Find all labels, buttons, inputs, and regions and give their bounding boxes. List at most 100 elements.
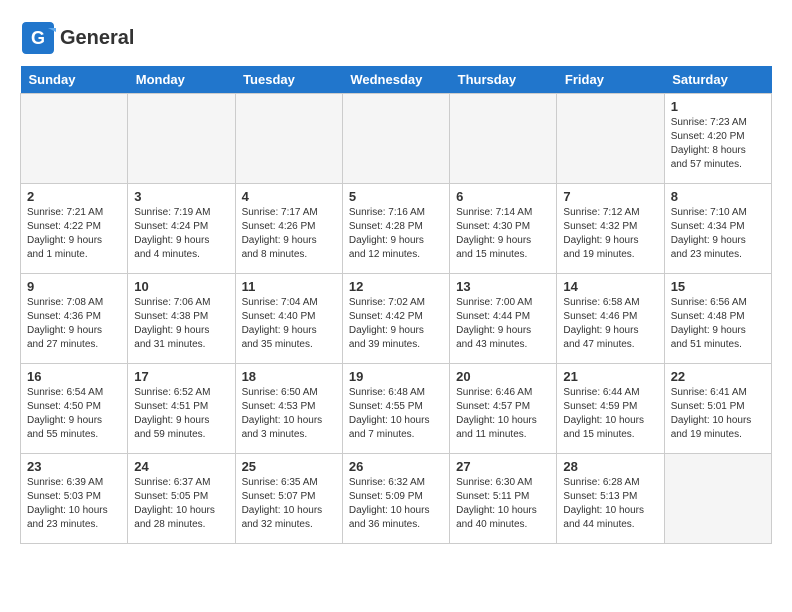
calendar-week-3: 9 Sunrise: 7:08 AM Sunset: 4:36 PM Daylig… — [21, 274, 772, 364]
day-info: Sunrise: 6:54 AM Sunset: 4:50 PM Dayligh… — [27, 386, 121, 442]
day-info: Sunrise: 6:44 AM Sunset: 4:59 PM Dayligh… — [563, 386, 657, 442]
day-info: Sunrise: 7:16 AM Sunset: 4:28 PM Dayligh… — [349, 206, 443, 262]
logo: G General — [20, 20, 134, 56]
day-info: Sunrise: 7:08 AM Sunset: 4:36 PM Dayligh… — [27, 296, 121, 352]
day-info: Sunrise: 7:21 AM Sunset: 4:22 PM Dayligh… — [27, 206, 121, 262]
calendar-cell-1: 1 Sunrise: 7:23 AM Sunset: 4:20 PM Daylig… — [664, 94, 771, 184]
calendar-cell-25: 25Sunrise: 6:35 AM Sunset: 5:07 PM Dayli… — [235, 454, 342, 544]
day-number: 27 — [456, 459, 550, 474]
day-info: Sunrise: 6:46 AM Sunset: 4:57 PM Dayligh… — [456, 386, 550, 442]
calendar-week-5: 23 Sunrise: 6:39 AM Sunset: 5:03 PM Dayli… — [21, 454, 772, 544]
day-number: 14 — [563, 279, 657, 294]
day-number: 21 — [563, 369, 657, 384]
day-info: Sunrise: 7:06 AM Sunset: 4:38 PM Dayligh… — [134, 296, 228, 352]
day-number: 10 — [134, 279, 228, 294]
day-number: 3 — [134, 189, 228, 204]
day-number: 11 — [242, 279, 336, 294]
day-info: Sunrise: 7:14 AM Sunset: 4:30 PM Dayligh… — [456, 206, 550, 262]
calendar-week-1: 1 Sunrise: 7:23 AM Sunset: 4:20 PM Daylig… — [21, 94, 772, 184]
calendar-cell-empty — [450, 94, 557, 184]
day-number: 16 — [27, 369, 121, 384]
calendar-week-4: 16 Sunrise: 6:54 AM Sunset: 4:50 PM Dayli… — [21, 364, 772, 454]
day-number: 5 — [349, 189, 443, 204]
day-number: 2 — [27, 189, 121, 204]
calendar-header-row: SundayMondayTuesdayWednesdayThursdayFrid… — [21, 66, 772, 94]
day-of-week-saturday: Saturday — [664, 66, 771, 94]
svg-text:G: G — [31, 28, 45, 48]
logo-line1: General — [60, 27, 134, 49]
calendar-cell-3: 3 Sunrise: 7:19 AM Sunset: 4:24 PM Daylig… — [128, 184, 235, 274]
day-of-week-thursday: Thursday — [450, 66, 557, 94]
day-number: 13 — [456, 279, 550, 294]
calendar-cell-28: 28 Sunrise: 6:28 AM Sunset: 5:13 PM Dayli… — [557, 454, 664, 544]
day-number: 15 — [671, 279, 765, 294]
day-info: Sunrise: 6:41 AM Sunset: 5:01 PM Dayligh… — [671, 386, 765, 442]
day-info: Sunrise: 7:02 AM Sunset: 4:42 PM Dayligh… — [349, 296, 443, 352]
calendar-cell-26: 26 Sunrise: 6:32 AM Sunset: 5:09 PM Dayli… — [342, 454, 449, 544]
calendar-cell-16: 16 Sunrise: 6:54 AM Sunset: 4:50 PM Dayli… — [21, 364, 128, 454]
calendar-cell-2: 2 Sunrise: 7:21 AM Sunset: 4:22 PM Daylig… — [21, 184, 128, 274]
calendar-cell-18: 18Sunrise: 6:50 AM Sunset: 4:53 PM Dayli… — [235, 364, 342, 454]
day-info: Sunrise: 7:19 AM Sunset: 4:24 PM Dayligh… — [134, 206, 228, 262]
calendar-cell-9: 9 Sunrise: 7:08 AM Sunset: 4:36 PM Daylig… — [21, 274, 128, 364]
day-number: 22 — [671, 369, 765, 384]
day-number: 26 — [349, 459, 443, 474]
day-number: 28 — [563, 459, 657, 474]
day-number: 8 — [671, 189, 765, 204]
calendar-cell-23: 23 Sunrise: 6:39 AM Sunset: 5:03 PM Dayli… — [21, 454, 128, 544]
day-number: 7 — [563, 189, 657, 204]
day-info: Sunrise: 6:50 AM Sunset: 4:53 PM Dayligh… — [242, 386, 336, 442]
calendar-cell-10: 10 Sunrise: 7:06 AM Sunset: 4:38 PM Dayli… — [128, 274, 235, 364]
day-number: 1 — [671, 99, 765, 114]
calendar-cell-empty — [342, 94, 449, 184]
day-number: 20 — [456, 369, 550, 384]
day-info: Sunrise: 7:12 AM Sunset: 4:32 PM Dayligh… — [563, 206, 657, 262]
calendar-cell-6: 6 Sunrise: 7:14 AM Sunset: 4:30 PM Daylig… — [450, 184, 557, 274]
day-info: Sunrise: 7:04 AM Sunset: 4:40 PM Dayligh… — [242, 296, 336, 352]
page-header: G General — [20, 20, 772, 56]
calendar-week-2: 2 Sunrise: 7:21 AM Sunset: 4:22 PM Daylig… — [21, 184, 772, 274]
calendar-cell-22: 22 Sunrise: 6:41 AM Sunset: 5:01 PM Dayli… — [664, 364, 771, 454]
calendar-cell-empty — [664, 454, 771, 544]
calendar-cell-7: 7 Sunrise: 7:12 AM Sunset: 4:32 PM Daylig… — [557, 184, 664, 274]
day-info: Sunrise: 6:52 AM Sunset: 4:51 PM Dayligh… — [134, 386, 228, 442]
calendar-cell-27: 27 Sunrise: 6:30 AM Sunset: 5:11 PM Dayli… — [450, 454, 557, 544]
day-info: Sunrise: 6:32 AM Sunset: 5:09 PM Dayligh… — [349, 476, 443, 532]
day-info: Sunrise: 6:37 AM Sunset: 5:05 PM Dayligh… — [134, 476, 228, 532]
day-number: 23 — [27, 459, 121, 474]
calendar-cell-21: 21 Sunrise: 6:44 AM Sunset: 4:59 PM Dayli… — [557, 364, 664, 454]
calendar-cell-5: 5 Sunrise: 7:16 AM Sunset: 4:28 PM Daylig… — [342, 184, 449, 274]
calendar-cell-11: 11 Sunrise: 7:04 AM Sunset: 4:40 PM Dayli… — [235, 274, 342, 364]
calendar-cell-8: 8 Sunrise: 7:10 AM Sunset: 4:34 PM Daylig… — [664, 184, 771, 274]
day-info: Sunrise: 7:00 AM Sunset: 4:44 PM Dayligh… — [456, 296, 550, 352]
day-info: Sunrise: 6:58 AM Sunset: 4:46 PM Dayligh… — [563, 296, 657, 352]
calendar-cell-13: 13 Sunrise: 7:00 AM Sunset: 4:44 PM Dayli… — [450, 274, 557, 364]
calendar-cell-4: 4Sunrise: 7:17 AM Sunset: 4:26 PM Daylig… — [235, 184, 342, 274]
day-info: Sunrise: 6:35 AM Sunset: 5:07 PM Dayligh… — [242, 476, 336, 532]
day-number: 9 — [27, 279, 121, 294]
logo-icon: G — [20, 20, 56, 56]
day-info: Sunrise: 6:48 AM Sunset: 4:55 PM Dayligh… — [349, 386, 443, 442]
day-number: 19 — [349, 369, 443, 384]
calendar-cell-20: 20 Sunrise: 6:46 AM Sunset: 4:57 PM Dayli… — [450, 364, 557, 454]
calendar-cell-empty — [128, 94, 235, 184]
calendar-cell-24: 24 Sunrise: 6:37 AM Sunset: 5:05 PM Dayli… — [128, 454, 235, 544]
calendar-table: SundayMondayTuesdayWednesdayThursdayFrid… — [20, 66, 772, 544]
day-info: Sunrise: 6:56 AM Sunset: 4:48 PM Dayligh… — [671, 296, 765, 352]
day-of-week-friday: Friday — [557, 66, 664, 94]
calendar-cell-12: 12 Sunrise: 7:02 AM Sunset: 4:42 PM Dayli… — [342, 274, 449, 364]
day-number: 17 — [134, 369, 228, 384]
day-of-week-monday: Monday — [128, 66, 235, 94]
day-number: 4 — [242, 189, 336, 204]
calendar-cell-empty — [21, 94, 128, 184]
day-info: Sunrise: 7:23 AM Sunset: 4:20 PM Dayligh… — [671, 116, 765, 172]
calendar-cell-empty — [557, 94, 664, 184]
day-info: Sunrise: 6:28 AM Sunset: 5:13 PM Dayligh… — [563, 476, 657, 532]
day-number: 12 — [349, 279, 443, 294]
day-number: 6 — [456, 189, 550, 204]
day-number: 24 — [134, 459, 228, 474]
day-info: Sunrise: 6:39 AM Sunset: 5:03 PM Dayligh… — [27, 476, 121, 532]
day-info: Sunrise: 6:30 AM Sunset: 5:11 PM Dayligh… — [456, 476, 550, 532]
day-info: Sunrise: 7:10 AM Sunset: 4:34 PM Dayligh… — [671, 206, 765, 262]
calendar-cell-14: 14 Sunrise: 6:58 AM Sunset: 4:46 PM Dayli… — [557, 274, 664, 364]
